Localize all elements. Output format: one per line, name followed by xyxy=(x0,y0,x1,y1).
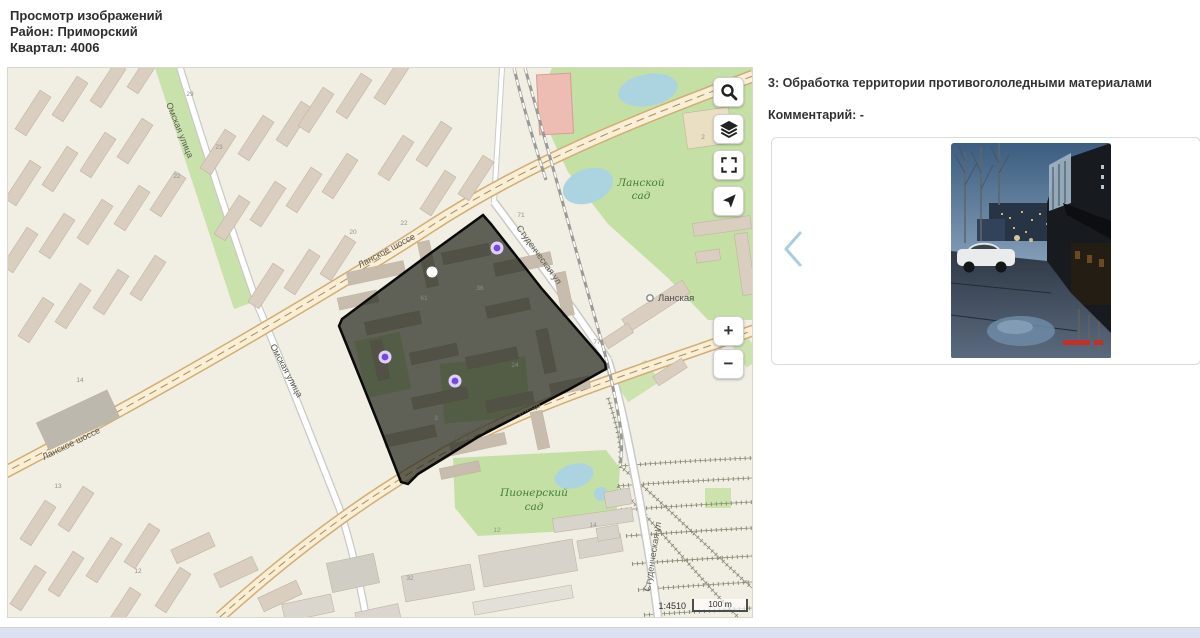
map-marker-white[interactable] xyxy=(427,267,438,278)
house-number-label: 32 xyxy=(406,575,414,582)
house-number-label: 23 xyxy=(215,144,223,151)
district-label: Район: Приморский xyxy=(10,24,163,40)
layers-icon xyxy=(719,120,739,138)
house-number-label: 12 xyxy=(134,568,142,575)
photo-street-scene xyxy=(951,143,1111,359)
house-number-label: 61 xyxy=(420,295,428,302)
map-marker-purple[interactable] xyxy=(379,351,392,364)
house-number-label: 24 xyxy=(511,362,519,369)
house-number-label: 3 xyxy=(434,415,438,422)
fullscreen-icon xyxy=(720,156,738,174)
report-photo[interactable] xyxy=(951,143,1111,359)
comment-label: Комментарий: - xyxy=(768,108,864,122)
map-layers-button[interactable] xyxy=(713,114,744,144)
house-number-label: 36 xyxy=(476,285,484,292)
house-number-label: 13 xyxy=(54,483,62,490)
quarter-label: Квартал: 4006 xyxy=(10,40,163,56)
station-label: Ланская xyxy=(658,293,694,304)
page-title: Просмотр изображений xyxy=(10,8,163,24)
scale-bar: 100 m xyxy=(692,599,748,612)
map-fullscreen-button[interactable] xyxy=(713,150,744,180)
horizontal-scrollbar[interactable] xyxy=(0,627,1200,638)
map-tiles: Ланское шоссе Ланское шоссе Сердобольска… xyxy=(8,68,752,617)
house-number-label: 2 xyxy=(701,134,705,141)
photo-card xyxy=(771,137,1200,365)
map-marker-purple[interactable] xyxy=(491,242,504,255)
house-number-label: 7 xyxy=(453,383,457,390)
map-search-button[interactable] xyxy=(713,77,744,107)
house-number-label: 77 xyxy=(593,339,601,346)
house-number-label: 12 xyxy=(493,527,501,534)
map-scale: 1:4510 100 m xyxy=(658,599,748,612)
park-label: Пионерский xyxy=(499,487,568,499)
house-number-label: 14 xyxy=(76,377,84,384)
house-number-label: 14 xyxy=(589,522,597,529)
scale-ratio: 1:4510 xyxy=(658,601,686,612)
station-icon xyxy=(647,295,653,301)
house-number-label: 20 xyxy=(349,229,357,236)
park-label: сад xyxy=(632,190,651,202)
map-zoom-in-button[interactable]: + xyxy=(713,316,744,346)
chevron-left-icon xyxy=(780,227,806,271)
work-type-title: 3: Обработка территории противогололедны… xyxy=(768,76,1152,90)
map-locate-button[interactable] xyxy=(713,186,744,216)
search-icon xyxy=(720,83,738,101)
map-zoom-out-button[interactable]: − xyxy=(713,349,744,379)
park-label: сад xyxy=(525,501,544,513)
previous-photo-button[interactable] xyxy=(778,224,808,276)
house-number-label: 22 xyxy=(173,173,181,180)
green-patch xyxy=(705,488,731,508)
map-canvas[interactable]: Ланское шоссе Ланское шоссе Сердобольска… xyxy=(8,68,752,617)
page-header: Просмотр изображений Район: Приморский К… xyxy=(10,8,163,56)
house-number-label: 22 xyxy=(400,220,408,227)
park-label: Ланской xyxy=(616,177,664,189)
locate-arrow-icon xyxy=(720,192,738,210)
house-number-label: 71 xyxy=(517,212,525,219)
photo-timestamp-watermark xyxy=(1063,340,1103,345)
house-number-label: 29 xyxy=(186,91,194,98)
